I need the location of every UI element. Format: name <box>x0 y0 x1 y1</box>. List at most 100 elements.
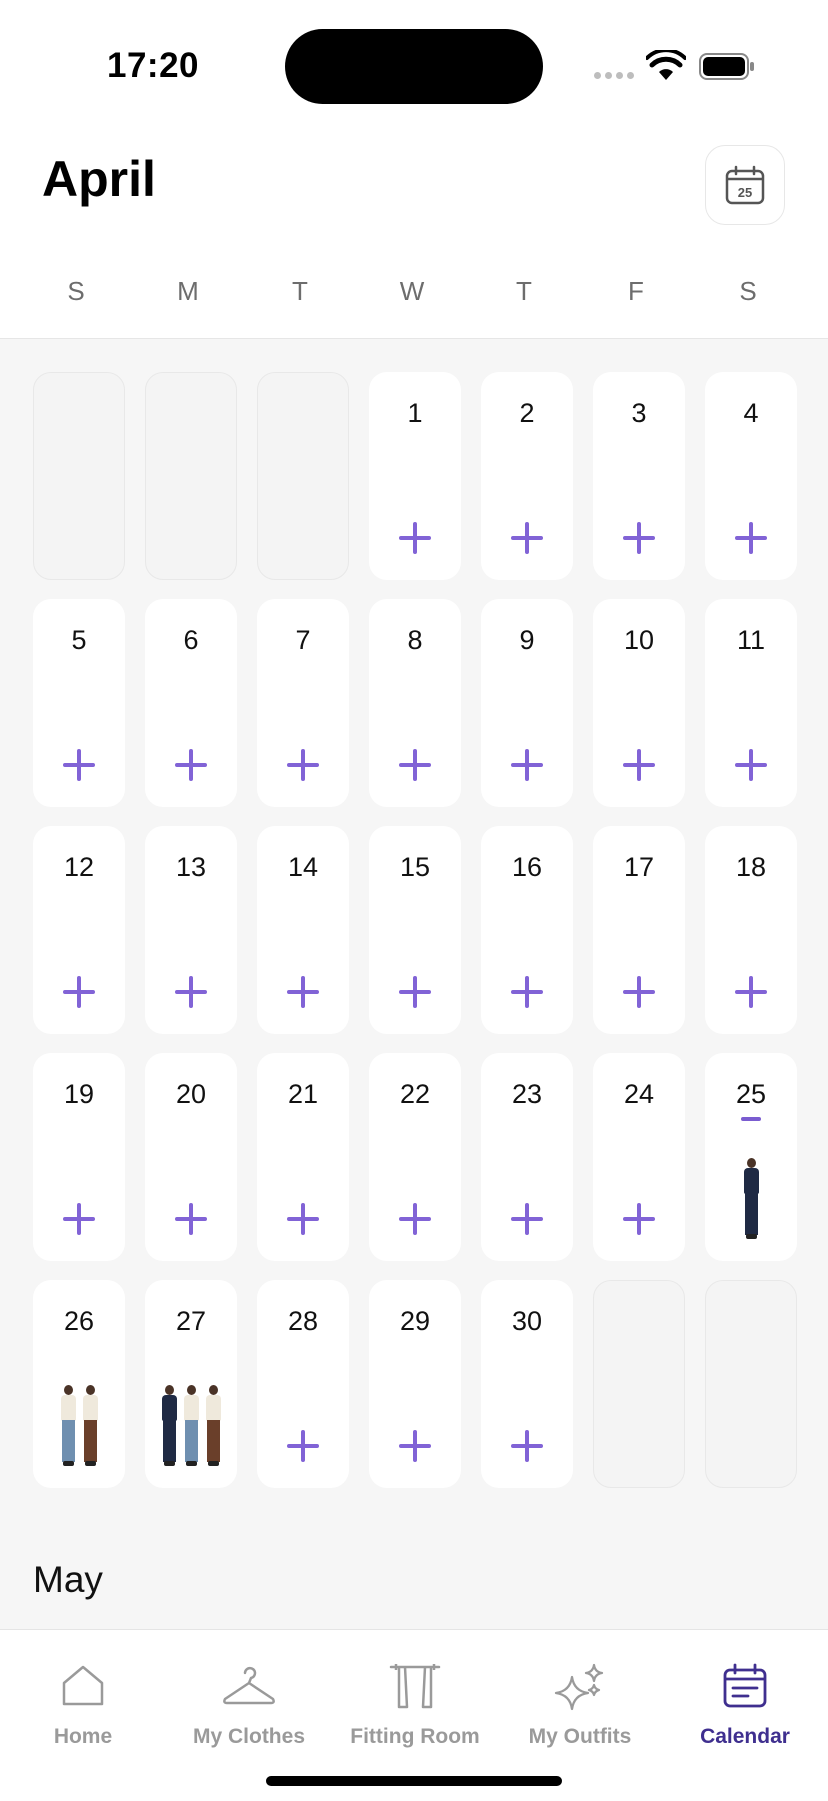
day-cell[interactable]: 6 <box>145 599 237 807</box>
weekday-label: W <box>399 276 425 306</box>
day-cell[interactable]: 2 <box>481 372 573 580</box>
outfit-figure <box>80 1385 100 1467</box>
weekday-label: S <box>67 276 85 306</box>
tab-label: Calendar <box>700 1725 790 1748</box>
add-outfit-icon[interactable] <box>623 1203 655 1235</box>
day-cell[interactable]: 12 <box>33 826 125 1034</box>
weekday-label: F <box>628 276 644 306</box>
add-outfit-icon[interactable] <box>399 976 431 1008</box>
wifi-icon <box>646 50 686 80</box>
day-number: 1 <box>407 398 423 428</box>
day-cell[interactable]: 4 <box>705 372 797 580</box>
day-cell[interactable]: 28 <box>257 1280 349 1488</box>
day-cell[interactable]: 22 <box>369 1053 461 1261</box>
dynamic-island <box>285 29 543 104</box>
day-cell[interactable]: 1 <box>369 372 461 580</box>
weekday-label: M <box>177 276 199 306</box>
day-number: 28 <box>287 1306 319 1336</box>
day-cell[interactable]: 19 <box>33 1053 125 1261</box>
add-outfit-icon[interactable] <box>399 1203 431 1235</box>
add-outfit-icon[interactable] <box>175 976 207 1008</box>
day-number: 13 <box>175 852 207 882</box>
add-outfit-icon[interactable] <box>287 749 319 781</box>
calendar-grid: 1 2 3 4 5 6 7 8 9 10 11 12 13 14 15 16 17 18 19 20 21 22 23 24 2… <box>33 372 797 1488</box>
outfit-figure <box>741 1158 761 1240</box>
day-number: 11 <box>736 625 766 655</box>
add-outfit-icon[interactable] <box>399 749 431 781</box>
day-cell[interactable]: 3 <box>593 372 685 580</box>
empty-day-cell <box>33 372 125 580</box>
day-cell[interactable]: 21 <box>257 1053 349 1261</box>
day-cell[interactable]: 29 <box>369 1280 461 1488</box>
weekday-label: S <box>739 276 757 306</box>
tab-my-outfits[interactable]: My Outfits <box>497 1630 663 1750</box>
day-cell[interactable]: 14 <box>257 826 349 1034</box>
day-cell[interactable]: 27 <box>145 1280 237 1488</box>
outfit-thumbnail[interactable] <box>705 1158 797 1240</box>
day-cell[interactable]: 5 <box>33 599 125 807</box>
day-cell[interactable]: 16 <box>481 826 573 1034</box>
status-time: 17:20 <box>107 46 200 85</box>
day-cell[interactable]: 15 <box>369 826 461 1034</box>
day-cell[interactable]: 30 <box>481 1280 573 1488</box>
day-cell[interactable]: 17 <box>593 826 685 1034</box>
day-cell[interactable]: 25 <box>705 1053 797 1261</box>
add-outfit-icon[interactable] <box>63 1203 95 1235</box>
day-number: 23 <box>511 1079 543 1109</box>
add-outfit-icon[interactable] <box>735 976 767 1008</box>
tab-fitting-room[interactable]: Fitting Room <box>332 1630 498 1750</box>
add-outfit-icon[interactable] <box>511 976 543 1008</box>
day-cell[interactable]: 23 <box>481 1053 573 1261</box>
day-number: 4 <box>743 398 759 428</box>
battery-icon <box>699 53 754 80</box>
day-cell[interactable]: 7 <box>257 599 349 807</box>
day-number: 21 <box>287 1079 319 1109</box>
weekday-header: S M T W T F S <box>20 276 810 307</box>
day-cell[interactable]: 20 <box>145 1053 237 1261</box>
outfit-figure <box>159 1385 179 1467</box>
day-number: 7 <box>295 625 311 655</box>
add-outfit-icon[interactable] <box>623 522 655 554</box>
outfit-thumbnail[interactable] <box>145 1385 237 1467</box>
outfit-thumbnail[interactable] <box>33 1385 125 1467</box>
day-number: 12 <box>63 852 95 882</box>
add-outfit-icon[interactable] <box>287 976 319 1008</box>
add-outfit-icon[interactable] <box>175 749 207 781</box>
add-outfit-icon[interactable] <box>63 749 95 781</box>
add-outfit-icon[interactable] <box>511 749 543 781</box>
add-outfit-icon[interactable] <box>287 1430 319 1462</box>
add-outfit-icon[interactable] <box>623 976 655 1008</box>
day-cell[interactable]: 8 <box>369 599 461 807</box>
day-cell[interactable]: 26 <box>33 1280 125 1488</box>
tab-my-clothes[interactable]: My Clothes <box>166 1630 332 1750</box>
add-outfit-icon[interactable] <box>399 522 431 554</box>
sparkles-icon <box>554 1663 604 1711</box>
tab-home[interactable]: Home <box>0 1630 166 1750</box>
add-outfit-icon[interactable] <box>735 522 767 554</box>
day-cell[interactable]: 10 <box>593 599 685 807</box>
add-outfit-icon[interactable] <box>511 1203 543 1235</box>
next-month-title: May <box>33 1559 103 1600</box>
add-outfit-icon[interactable] <box>175 1203 207 1235</box>
day-cell[interactable]: 24 <box>593 1053 685 1261</box>
day-number: 26 <box>63 1306 95 1336</box>
add-outfit-icon[interactable] <box>623 749 655 781</box>
day-number: 30 <box>511 1306 543 1336</box>
day-number: 19 <box>63 1079 95 1109</box>
add-outfit-icon[interactable] <box>511 1430 543 1462</box>
hanger-icon <box>223 1666 275 1705</box>
add-outfit-icon[interactable] <box>511 522 543 554</box>
add-outfit-icon[interactable] <box>735 749 767 781</box>
day-cell[interactable]: 9 <box>481 599 573 807</box>
calendar-icon <box>723 1663 767 1708</box>
tab-calendar[interactable]: Calendar <box>662 1630 828 1750</box>
jump-to-today-button[interactable]: 25 <box>705 145 785 225</box>
day-cell[interactable]: 13 <box>145 826 237 1034</box>
add-outfit-icon[interactable] <box>399 1430 431 1462</box>
empty-day-cell <box>705 1280 797 1488</box>
day-cell[interactable]: 18 <box>705 826 797 1034</box>
add-outfit-icon[interactable] <box>63 976 95 1008</box>
day-number: 14 <box>287 852 319 882</box>
day-cell[interactable]: 11 <box>705 599 797 807</box>
add-outfit-icon[interactable] <box>287 1203 319 1235</box>
